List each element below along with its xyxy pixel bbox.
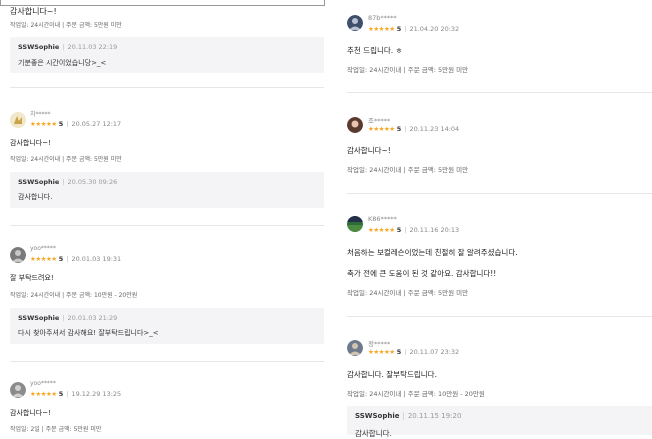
review-text: 처음하는 보컬레슨이었는데 친절히 잘 알려주셨습니다. [347,248,518,257]
rating-score: 5 [396,348,402,356]
avatar [347,15,363,31]
seller-reply: SSWSophie | 20.01.03 21:29 다시 찾아주셔서 감사해요! … [10,308,324,344]
review-date: 20.11.07 23:32 [409,348,460,356]
separator [347,193,652,194]
seller-reply: SSWSophie | 20.11.15 19:20 감사합니다. [347,406,652,438]
separator [347,92,652,93]
rating-score: 5 [396,25,402,33]
review-date: 19.12.29 13:25 [71,390,122,398]
rating-stars: ★★★★★ [368,348,395,356]
reviewer-name: yoo***** [30,245,56,252]
rating-stars: ★★★★★ [30,120,57,128]
reviews-column-right: 87b***** ★★★★★ 5 | 21.04.20 20:32 추천 드립니다.… [335,0,652,438]
avatar [347,340,363,356]
user-avatar-icon [347,340,363,356]
reply-seller-name: SSWSophie [18,43,60,51]
rating-stars: ★★★★★ [30,255,57,263]
rating-score: 5 [58,120,64,128]
review-date: 20.11.16 20:13 [409,226,460,234]
reviewer-name: 치***** [30,111,51,118]
reply-seller-name: SSWSophie [18,314,60,322]
review-info: 작업일: 24시간이내 | 주문 금액: 10만원 - 20만원 [10,292,138,299]
reply-text: 감사합니다. [18,193,53,201]
separator [10,87,324,88]
review-date: 20.05.27 12:17 [71,120,122,128]
review-text: 감사합니다~! [10,409,51,417]
reviewer-name: yoo***** [30,380,56,387]
review-text: 감사합니다~! [10,139,51,147]
reviewer-name: 87b***** [368,14,397,22]
separator [10,361,324,362]
reply-date: 20.05.30 09:26 [67,178,118,186]
review-text: 축가 전에 큰 도움이 된 것 같아요. 감사합니다!! [347,269,497,278]
review-info: 작업일: 24시간이내 | 주문 금액: 5만원 미만 [10,156,122,163]
seller-reply: SSWSophie | 20.05.30 09:26 감사합니다. [10,172,324,208]
review-text: 감사합니다~! [10,7,57,16]
review-text: 잘 부탁드려요! [10,274,54,282]
reply-date: 20.01.03 21:29 [67,314,118,322]
reply-seller-name: SSWSophie [355,412,400,420]
rating-stars: ★★★★★ [368,226,395,234]
separator [347,316,652,317]
rating-score: 5 [396,125,402,133]
avatar [347,216,363,232]
reply-date: 20.11.03 22:19 [67,43,118,51]
rating-stars: ★★★★★ [368,125,395,133]
reply-date: 20.11.15 19:20 [407,412,462,420]
review-info: 작업일: 24시간이내 | 주문 금액: 5만원 미만 [10,22,122,29]
user-avatar-icon [10,247,26,263]
review-info: 작업일: 2일 | 주문 금액: 5만원 미만 [10,426,102,433]
rating-stars: ★★★★★ [368,25,395,33]
avatar [10,382,26,398]
review-info: 작업일: 24시간이내 | 주문 금액: 5만원 미만 [347,289,469,297]
reply-seller-name: SSWSophie [18,178,60,186]
reply-text: 감사합니다. [355,429,392,438]
user-avatar-icon [347,15,363,31]
user-avatar-icon [347,117,363,133]
seller-reply: SSWSophie | 20.11.03 22:19 기분좋은 시간이었습니당>_< [10,37,324,73]
reviewer-name: K86***** [368,215,397,223]
user-avatar-icon [10,112,26,128]
review-info: 작업일: 24시간이내 | 주문 금액: 10만원 - 20만원 [347,390,485,398]
user-avatar-icon [10,382,26,398]
reviewer-name: 조***** [368,117,391,125]
review-text: 감사합니다~! [347,146,391,155]
review-text: 추천 드립니다. ㅎ [347,46,403,55]
review-date: 20.11.23 14:04 [409,125,460,133]
reviews-column-left: 감사합니다~! 작업일: 24시간이내 | 주문 금액: 5만원 미만 SSWS… [0,0,330,435]
review-text: 감사합니다. 잘부탁드립니다. [347,370,437,379]
review-info: 작업일: 24시간이내 | 주문 금액: 5만원 미만 [347,66,469,74]
rating-score: 5 [58,390,64,398]
user-avatar-icon [347,216,363,232]
reviewer-name: 정***** [368,340,391,348]
review-date: 20.01.03 19:31 [71,255,122,263]
review-date: 21.04.20 20:32 [409,25,460,33]
avatar [10,247,26,263]
separator [10,225,324,226]
rating-score: 5 [396,226,402,234]
rating-score: 5 [58,255,64,263]
rating-stars: ★★★★★ [30,390,57,398]
reply-text: 기분좋은 시간이었습니당>_< [18,59,107,67]
avatar [347,117,363,133]
reply-text: 다시 찾아주셔서 감사해요! 잘부탁드립니다>_< [18,329,159,337]
review-info: 작업일: 24시간이내 | 주문 금액: 5만원 미만 [347,166,469,174]
avatar [10,112,26,128]
